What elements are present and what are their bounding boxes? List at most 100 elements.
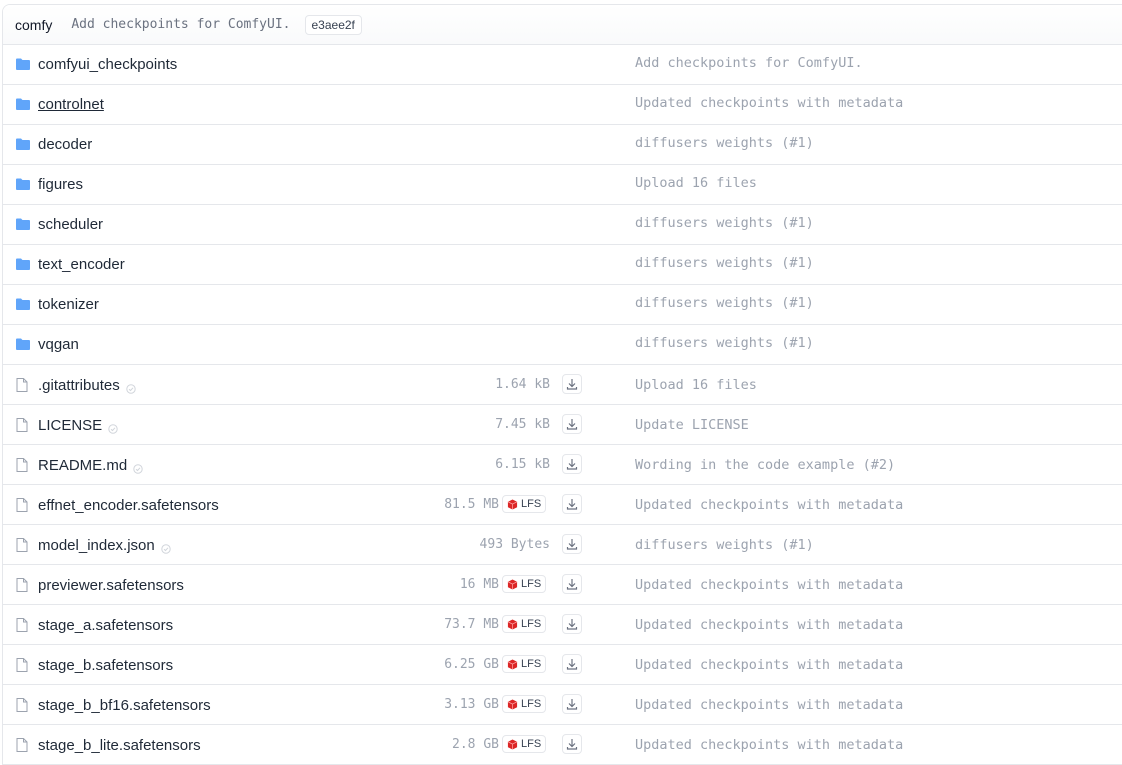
file-size: 16 MB	[459, 577, 499, 592]
download-button[interactable]	[562, 494, 582, 514]
folder-name[interactable]: figures	[38, 176, 83, 193]
folder-name[interactable]: decoder	[38, 136, 92, 153]
folder-icon	[16, 58, 30, 70]
commit-message[interactable]: Updated checkpoints with metadata	[635, 657, 903, 673]
file-row[interactable]: stage_b_bf16.safetensors 3.13 GB LFS Update…	[3, 685, 1122, 725]
file-size: 81.5 MB	[444, 497, 499, 512]
file-icon	[16, 738, 30, 752]
file-row[interactable]: LICENSE 7.45 kB Update LICENSE	[3, 405, 1122, 445]
file-icon	[16, 418, 30, 432]
commit-message[interactable]: Updated checkpoints with metadata	[635, 697, 903, 713]
folder-row[interactable]: vqgan diffusers weights (#1)	[3, 325, 1122, 365]
file-name-text[interactable]: stage_b.safetensors	[38, 657, 173, 674]
file-name-text[interactable]: stage_b_bf16.safetensors	[38, 697, 211, 714]
file-icon	[16, 578, 30, 592]
download-button[interactable]	[562, 734, 582, 754]
download-button[interactable]	[562, 374, 582, 394]
download-button[interactable]	[562, 694, 582, 714]
download-button[interactable]	[562, 414, 582, 434]
commit-author[interactable]: comfy	[15, 17, 52, 33]
file-name-text[interactable]: .gitattributes	[38, 377, 120, 394]
commit-message[interactable]: diffusers weights (#1)	[635, 295, 814, 311]
commit-message[interactable]: Upload 16 files	[635, 175, 757, 191]
lfs-badge: LFS	[502, 735, 546, 753]
folder-name[interactable]: tokenizer	[38, 296, 99, 313]
file-row[interactable]: stage_b.safetensors 6.25 GB LFS Updated che…	[3, 645, 1122, 685]
file-name-text[interactable]: effnet_encoder.safetensors	[38, 497, 219, 514]
file-icon	[16, 458, 30, 472]
file-name[interactable]: .gitattributes	[38, 377, 136, 394]
file-icon	[16, 538, 30, 552]
safe-check-icon	[108, 421, 118, 434]
commit-message[interactable]: Updated checkpoints with metadata	[635, 497, 903, 513]
folder-name[interactable]: comfyui_checkpoints	[38, 56, 177, 73]
file-name[interactable]: model_index.json	[38, 537, 171, 554]
file-name-text[interactable]: stage_b_lite.safetensors	[38, 737, 201, 754]
file-row[interactable]: effnet_encoder.safetensors 81.5 MB LFS Upda…	[3, 485, 1122, 525]
folder-icon	[16, 258, 30, 270]
commit-message[interactable]: Upload 16 files	[635, 377, 757, 393]
commit-message[interactable]: diffusers weights (#1)	[635, 255, 814, 271]
file-name[interactable]: effnet_encoder.safetensors	[38, 497, 219, 514]
file-name[interactable]: stage_b_bf16.safetensors	[38, 697, 211, 714]
file-name[interactable]: LICENSE	[38, 417, 118, 434]
file-name[interactable]: stage_b_lite.safetensors	[38, 737, 201, 754]
file-size: 6.25 GB	[444, 657, 499, 672]
file-name-text[interactable]: LICENSE	[38, 417, 102, 434]
download-button[interactable]	[562, 574, 582, 594]
folder-name[interactable]: text_encoder	[38, 256, 125, 273]
file-icon	[16, 698, 30, 712]
lfs-badge: LFS	[502, 695, 546, 713]
folder-row[interactable]: scheduler diffusers weights (#1)	[3, 205, 1122, 245]
last-commit-header: comfy Add checkpoints for ComfyUI. e3aee…	[3, 5, 1122, 45]
commit-message[interactable]: Update LICENSE	[635, 417, 749, 433]
commit-message[interactable]: Updated checkpoints with metadata	[635, 617, 903, 633]
folder-row[interactable]: figures Upload 16 files	[3, 165, 1122, 205]
commit-message[interactable]: Add checkpoints for ComfyUI.	[71, 17, 290, 32]
download-button[interactable]	[562, 534, 582, 554]
commit-message[interactable]: diffusers weights (#1)	[635, 537, 814, 553]
folder-row[interactable]: comfyui_checkpoints Add checkpoints for C…	[3, 45, 1122, 85]
commit-hash-badge[interactable]: e3aee2f	[304, 14, 362, 35]
download-button[interactable]	[562, 654, 582, 674]
download-button[interactable]	[562, 454, 582, 474]
folder-row[interactable]: text_encoder diffusers weights (#1)	[3, 245, 1122, 285]
file-row[interactable]: previewer.safetensors 16 MB LFS Updated che…	[3, 565, 1122, 605]
file-row[interactable]: stage_b_lite.safetensors 2.8 GB LFS Updated…	[3, 725, 1122, 765]
folder-row[interactable]: controlnet Updated checkpoints with metad…	[3, 85, 1122, 125]
commit-message[interactable]: Add checkpoints for ComfyUI.	[635, 55, 863, 71]
folder-row[interactable]: tokenizer diffusers weights (#1)	[3, 285, 1122, 325]
commit-message[interactable]: diffusers weights (#1)	[635, 135, 814, 151]
commit-message[interactable]: Updated checkpoints with metadata	[635, 577, 903, 593]
file-icon	[16, 618, 30, 632]
commit-message[interactable]: diffusers weights (#1)	[635, 335, 814, 351]
file-name[interactable]: README.md	[38, 457, 143, 474]
file-row[interactable]: .gitattributes 1.64 kB Upload 16 files	[3, 365, 1122, 405]
folder-name[interactable]: vqgan	[38, 336, 79, 353]
file-size: 1.64 kB	[495, 377, 550, 392]
file-row[interactable]: model_index.json 493 Bytes diffusers weigh…	[3, 525, 1122, 565]
file-name[interactable]: stage_a.safetensors	[38, 617, 173, 634]
file-name-text[interactable]: stage_a.safetensors	[38, 617, 173, 634]
file-size: 493 Bytes	[479, 537, 550, 552]
file-name-text[interactable]: README.md	[38, 457, 127, 474]
file-name[interactable]: stage_b.safetensors	[38, 657, 173, 674]
file-name-text[interactable]: model_index.json	[38, 537, 155, 554]
lfs-label: LFS	[521, 738, 542, 750]
download-icon	[566, 578, 578, 590]
file-name-text[interactable]: previewer.safetensors	[38, 577, 184, 594]
file-name[interactable]: previewer.safetensors	[38, 577, 184, 594]
file-row[interactable]: README.md 6.15 kB Wording in the code exam…	[3, 445, 1122, 485]
folder-row[interactable]: decoder diffusers weights (#1)	[3, 125, 1122, 165]
download-button[interactable]	[562, 614, 582, 634]
lfs-icon	[503, 698, 521, 710]
commit-message[interactable]: Wording in the code example (#2)	[635, 457, 895, 473]
folder-name[interactable]: controlnet	[38, 96, 104, 113]
commit-message[interactable]: Updated checkpoints with metadata	[635, 737, 903, 753]
folder-name[interactable]: scheduler	[38, 216, 103, 233]
commit-message[interactable]: Updated checkpoints with metadata	[635, 95, 903, 111]
file-row[interactable]: stage_a.safetensors 73.7 MB LFS Updated che…	[3, 605, 1122, 645]
folder-icon	[16, 338, 30, 350]
commit-message[interactable]: diffusers weights (#1)	[635, 215, 814, 231]
lfs-badge: LFS	[502, 615, 546, 633]
